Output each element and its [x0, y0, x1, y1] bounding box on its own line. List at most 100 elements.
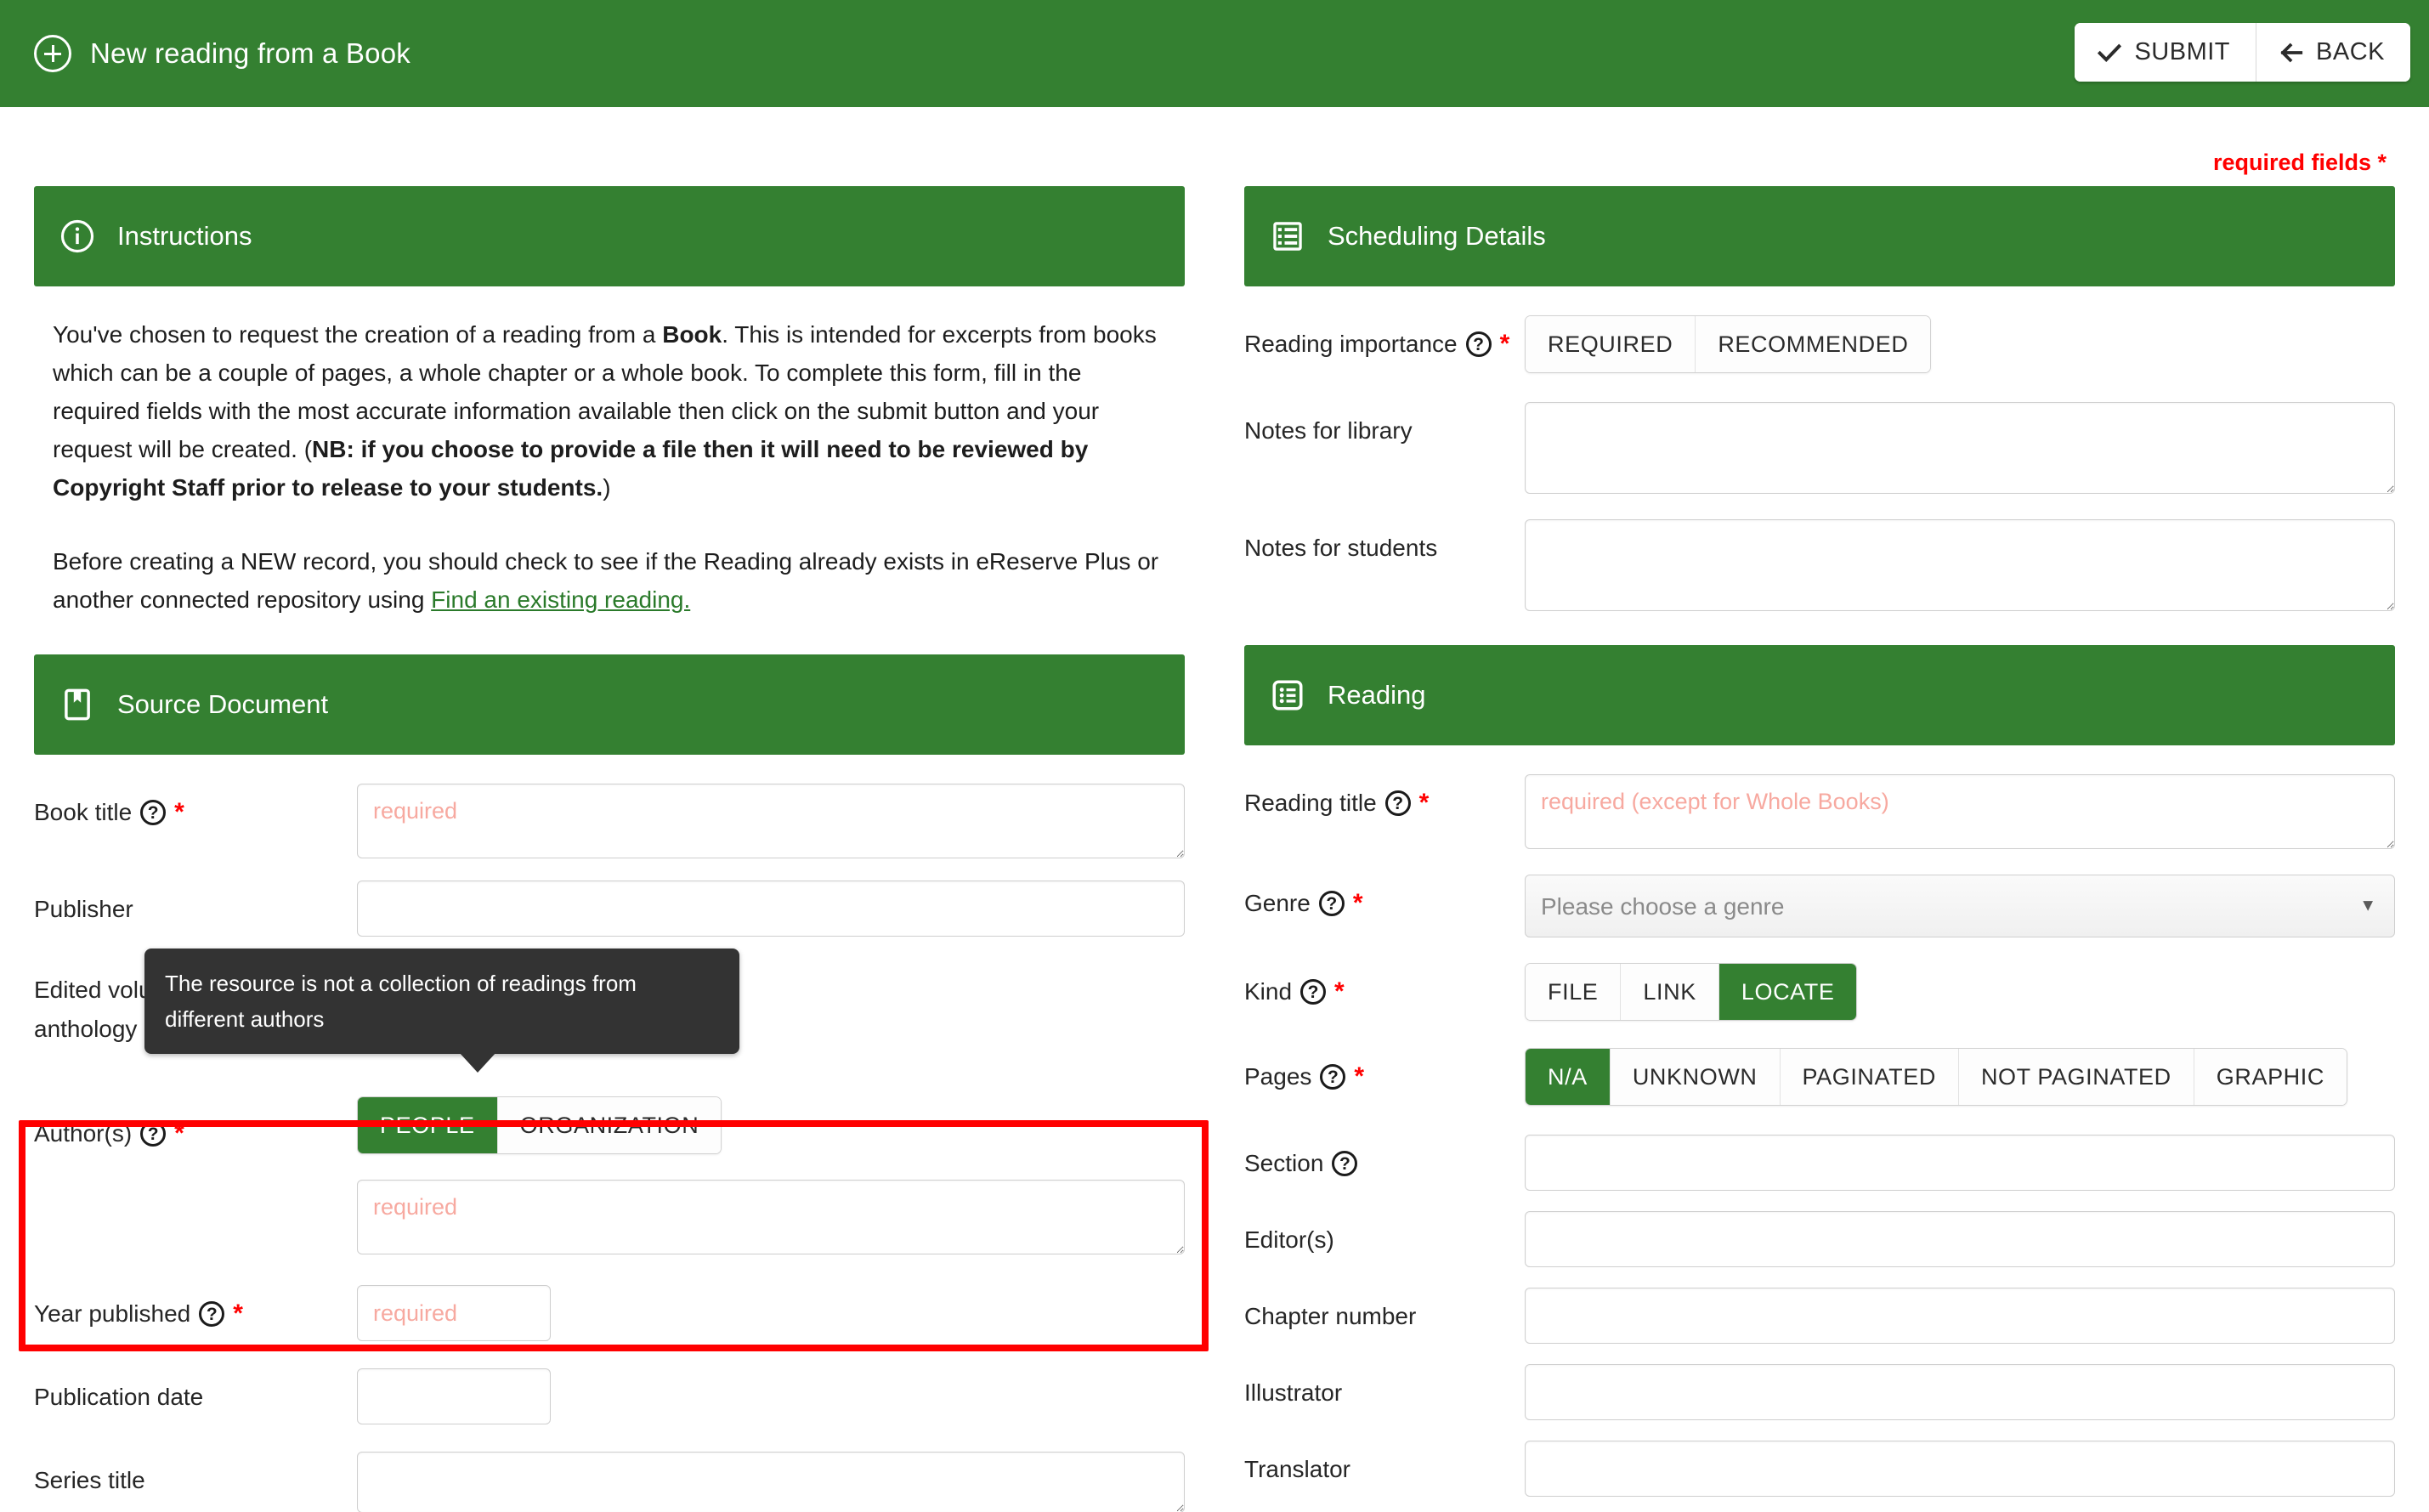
pages-option-graphic[interactable]: GRAPHIC — [2194, 1049, 2347, 1105]
required-asterisk: * — [174, 1119, 184, 1147]
field-row-publication-date: Publication date — [34, 1368, 1185, 1424]
back-button[interactable]: BACK — [2256, 23, 2410, 82]
genre-label-group: Genre ? * — [1244, 875, 1525, 920]
help-tooltip: The resource is not a collection of read… — [144, 949, 739, 1073]
authors-input[interactable] — [357, 1180, 1185, 1254]
reading-editors-control — [1525, 1211, 2395, 1267]
notes-library-label-group: Notes for library — [1244, 402, 1525, 448]
reading-importance-toggle: REQUIRED RECOMMENDED — [1525, 315, 1932, 373]
reading-editors-label: Editor(s) — [1244, 1226, 1334, 1253]
required-asterisk: * — [233, 1300, 243, 1328]
field-row-reading-importance: Reading importance ? * REQUIRED RECOMMEN… — [1244, 315, 2395, 373]
help-icon[interactable]: ? — [140, 800, 167, 825]
left-column: Instructions You've chosen to request th… — [34, 186, 1185, 1512]
help-icon[interactable]: ? — [1320, 1064, 1346, 1090]
required-asterisk: * — [1499, 330, 1510, 358]
field-row-translator: Translator — [1244, 1441, 2395, 1497]
find-existing-reading-link[interactable]: Find an existing reading. — [431, 586, 690, 613]
book-title-input[interactable] — [357, 784, 1185, 858]
translator-input[interactable] — [1525, 1441, 2395, 1497]
help-icon[interactable]: ? — [199, 1301, 225, 1327]
required-asterisk: * — [1334, 977, 1345, 1005]
help-icon[interactable]: ? — [1465, 331, 1492, 357]
help-icon[interactable]: ? — [1384, 790, 1411, 816]
notes-library-control — [1525, 402, 2395, 494]
illustrator-input[interactable] — [1525, 1364, 2395, 1420]
source-document-panel-body: Book title ? * Publisher — [34, 755, 1185, 1512]
series-title-input[interactable] — [357, 1452, 1185, 1512]
notes-library-label: Notes for library — [1244, 417, 1413, 444]
field-row-reading-editors: Editor(s) — [1244, 1211, 2395, 1267]
illustrator-label: Illustrator — [1244, 1379, 1343, 1406]
notes-library-input[interactable] — [1525, 402, 2395, 494]
year-published-input[interactable] — [357, 1285, 551, 1341]
publication-date-label-group: Publication date — [34, 1368, 357, 1414]
form-columns: Instructions You've chosen to request th… — [34, 186, 2395, 1512]
reading-title-input[interactable] — [1525, 774, 2395, 849]
publisher-control — [357, 881, 1185, 937]
field-row-reading-title: Reading title ? * — [1244, 774, 2395, 849]
authors-option-people[interactable]: PEOPLE — [358, 1097, 498, 1153]
reading-importance-option-recommended[interactable]: RECOMMENDED — [1696, 316, 1931, 372]
list-alt-icon — [1270, 677, 1305, 713]
required-asterisk: * — [1418, 789, 1430, 817]
instructions-text: You've chosen to request the creation of… — [34, 309, 1185, 619]
required-asterisk: * — [1352, 889, 1363, 917]
kind-option-locate[interactable]: LOCATE — [1718, 964, 1857, 1020]
publication-date-input[interactable] — [357, 1368, 551, 1424]
translator-label-group: Translator — [1244, 1441, 1525, 1487]
help-icon[interactable]: ? — [1318, 891, 1345, 916]
reading-importance-option-required[interactable]: REQUIRED — [1526, 316, 1696, 372]
year-published-label-group: Year published ? * — [34, 1285, 357, 1331]
reading-title-label: Reading title — [1244, 790, 1377, 816]
pages-option-na[interactable]: N/A — [1526, 1049, 1611, 1105]
list-table-icon — [1270, 218, 1305, 254]
scheduling-details-panel-header: Scheduling Details — [1244, 186, 2395, 286]
kind-option-file[interactable]: FILE — [1526, 964, 1622, 1020]
chapter-number-input[interactable] — [1525, 1288, 2395, 1344]
field-row-authors: Author(s) ? * PEOPLE ORGANIZATION — [34, 1078, 1185, 1254]
kind-option-link[interactable]: LINK — [1621, 964, 1719, 1020]
pages-option-unknown[interactable]: UNKNOWN — [1610, 1049, 1781, 1105]
series-title-label: Series title — [34, 1467, 145, 1493]
header-title-group: New reading from a Book — [34, 35, 410, 72]
publisher-input[interactable] — [357, 881, 1185, 937]
reading-editors-input[interactable] — [1525, 1211, 2395, 1267]
chapter-number-label-group: Chapter number — [1244, 1288, 1525, 1334]
instructions-panel-header: Instructions — [34, 186, 1185, 286]
kind-toggle: FILE LINK LOCATE — [1525, 963, 1858, 1021]
instructions-panel-body: You've chosen to request the creation of… — [34, 286, 1185, 619]
check-icon — [2097, 40, 2122, 65]
notes-students-input[interactable] — [1525, 519, 2395, 611]
notes-students-control — [1525, 519, 2395, 611]
reading-panel-body: Reading title ? * Genre ? * — [1244, 745, 2395, 1512]
publication-date-control — [357, 1368, 1185, 1424]
help-icon[interactable]: ? — [140, 1121, 167, 1147]
scheduling-details-panel-title: Scheduling Details — [1328, 221, 1546, 251]
section-label-group: Section ? — [1244, 1135, 1525, 1181]
authors-option-organization[interactable]: ORGANIZATION — [497, 1097, 722, 1153]
help-icon[interactable]: ? — [1332, 1151, 1358, 1176]
pages-option-not-paginated[interactable]: NOT PAGINATED — [1958, 1049, 2194, 1105]
genre-select[interactable]: Please choose a genre — [1525, 875, 2395, 937]
required-asterisk: * — [1354, 1062, 1365, 1090]
reading-title-label-group: Reading title ? * — [1244, 774, 1525, 820]
reading-panel: Reading Reading title ? * required (exce… — [1244, 645, 2395, 1512]
illustrator-control — [1525, 1364, 2395, 1420]
field-row-notes-library: Notes for library — [1244, 402, 2395, 494]
help-icon[interactable]: ? — [1300, 979, 1327, 1005]
instructions-paragraph-2: Before creating a NEW record, you should… — [53, 542, 1168, 619]
instr-p1-book: Book — [662, 321, 722, 348]
app-header: New reading from a Book SUBMIT BACK — [0, 0, 2429, 107]
submit-button[interactable]: SUBMIT — [2075, 23, 2256, 82]
pages-option-paginated[interactable]: PAGINATED — [1780, 1049, 1959, 1105]
field-row-series-title: Series title — [34, 1452, 1185, 1512]
field-row-year-published: Year published ? * — [34, 1285, 1185, 1341]
scheduling-details-panel-body: Reading importance ? * REQUIRED RECOMMEN… — [1244, 286, 2395, 611]
notes-students-label: Notes for students — [1244, 535, 1438, 561]
field-row-pages: Pages ? * N/A UNKNOWN PAGINATED NOT PAGI… — [1244, 1048, 2395, 1106]
section-input[interactable] — [1525, 1135, 2395, 1191]
publication-date-label: Publication date — [34, 1384, 204, 1410]
instructions-panel-title: Instructions — [117, 221, 252, 251]
tooltip-arrow-icon — [459, 1052, 496, 1073]
